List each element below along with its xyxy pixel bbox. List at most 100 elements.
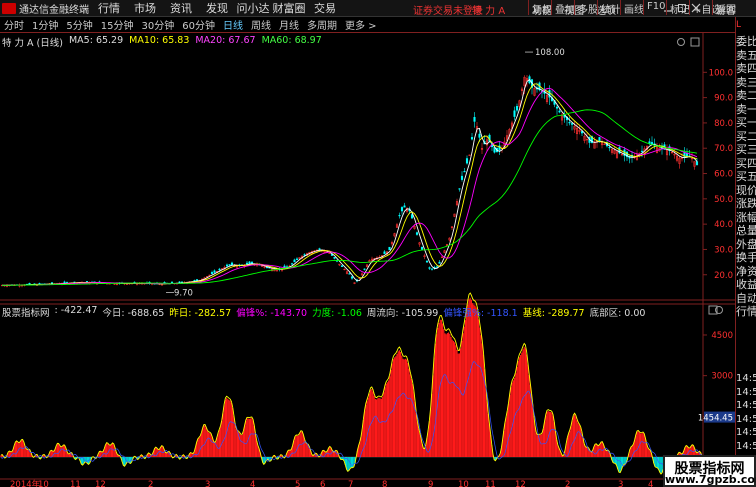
side-time-2: 14:56 bbox=[736, 400, 756, 411]
candle-body bbox=[695, 161, 699, 165]
ind-value-0: : -422.47 bbox=[54, 305, 98, 316]
ind-current-label: 1454.45 bbox=[698, 414, 733, 424]
x-axis-label: 2 bbox=[565, 480, 570, 487]
x-axis-label: 8 bbox=[382, 480, 387, 487]
ind-value-2: 昨日: -282.57 bbox=[169, 308, 232, 319]
candle-body bbox=[460, 175, 464, 180]
tab-30min[interactable]: 30分钟 bbox=[137, 17, 178, 32]
x-axis-label: 11 bbox=[485, 480, 496, 487]
candle-body bbox=[218, 268, 221, 271]
candle-body bbox=[210, 272, 214, 274]
candle-body bbox=[410, 214, 414, 219]
candle-body bbox=[285, 266, 289, 268]
candle-body bbox=[598, 137, 601, 142]
x-axis-label: 12 bbox=[515, 480, 526, 487]
candle-body bbox=[340, 265, 344, 267]
price-tick-label: 30.0 bbox=[714, 245, 733, 255]
ind-value-7: 基线: -289.77 bbox=[522, 308, 585, 319]
candle-body bbox=[228, 264, 231, 266]
candle-body bbox=[558, 110, 561, 113]
side-time-4: 14:56 bbox=[736, 427, 756, 438]
x-axis-label: 6 bbox=[320, 480, 325, 487]
candle-body bbox=[225, 264, 229, 267]
candle-body bbox=[470, 137, 474, 140]
candle-body bbox=[568, 122, 571, 124]
tab-1min[interactable]: 1分钟 bbox=[28, 17, 62, 32]
menu-quotes[interactable]: 行情 bbox=[91, 0, 127, 16]
x-axis-label: 2014年 bbox=[10, 479, 41, 487]
time-axis: 2014年10 11 12 2 3 4 5 6 7 8 9 10 11 12 2 3 4 bbox=[10, 479, 653, 487]
price-tick-label: 50.0 bbox=[714, 195, 733, 205]
side-time-3: 14:56 bbox=[736, 413, 756, 425]
candle-body bbox=[513, 110, 516, 117]
price-tick-label: 40.0 bbox=[714, 220, 733, 230]
price-markers: 108.00 9.70 bbox=[166, 48, 565, 298]
price-tick-label: 90.0 bbox=[714, 94, 733, 104]
menu-news[interactable]: 资讯 bbox=[163, 0, 199, 16]
candle-body bbox=[398, 215, 401, 217]
ind-tick-label: 3000 bbox=[711, 372, 733, 382]
tab-daily[interactable]: 日线 bbox=[219, 17, 247, 32]
menu-trade[interactable]: 交易 bbox=[307, 0, 343, 16]
price-bars bbox=[0, 74, 699, 288]
tab-multi-period[interactable]: 多周期 bbox=[303, 17, 341, 32]
candle-body bbox=[195, 279, 199, 281]
candle-body bbox=[428, 267, 431, 269]
candle-body bbox=[403, 205, 406, 208]
app-title: 通达信金融终端 bbox=[19, 4, 89, 16]
candle-body bbox=[248, 261, 251, 264]
x-axis-label: 11 bbox=[70, 480, 81, 487]
chart-settings-icon[interactable] bbox=[677, 38, 685, 46]
candle-body bbox=[213, 270, 216, 273]
period-toolbar: 分时 1分钟 5分钟 15分钟 30分钟 60分钟 日线 周线 月线 多周期 更… bbox=[0, 17, 735, 33]
candle-body bbox=[640, 150, 644, 152]
ma60-line bbox=[2, 109, 698, 286]
candle-body bbox=[555, 106, 559, 109]
x-axis-label: 9 bbox=[428, 480, 433, 487]
tab-more[interactable]: 更多 > bbox=[341, 17, 381, 32]
quote-side-panel: L 委比 卖五 卖四 卖三 卖二 卖一 买一 买二 买三 买四 买五 现价 涨跌 涨幅 总量 外盘 换手 净资 收益… bbox=[735, 17, 756, 487]
x-axis-label: 4 bbox=[648, 480, 653, 487]
candle-body bbox=[303, 254, 306, 256]
menu-wealth[interactable]: 财富圈 bbox=[271, 0, 307, 16]
ind-value-6: 偏锋强%: -118.1 bbox=[443, 308, 518, 319]
x-axis-label: 10 bbox=[458, 480, 469, 487]
candle-body bbox=[473, 117, 476, 122]
indicator-area bbox=[0, 292, 703, 475]
tab-weekly[interactable]: 周线 bbox=[247, 17, 275, 32]
tab-60min[interactable]: 60分钟 bbox=[178, 17, 219, 32]
high-marker-label: 108.00 bbox=[535, 48, 565, 58]
menu-ask[interactable]: 问小达 bbox=[235, 0, 271, 16]
indicator-name[interactable]: 股票指标网 bbox=[2, 305, 50, 319]
ind-value-1: 今日: -688.65 bbox=[102, 308, 165, 319]
candle-body bbox=[438, 261, 441, 264]
price-chart[interactable]: 20.0 30.0 40.0 50.0 60.0 70.0 80.0 90.0 100.0 10… bbox=[0, 33, 735, 487]
tab-15min[interactable]: 15分钟 bbox=[97, 17, 138, 32]
candle-body bbox=[570, 123, 574, 125]
x-axis-label: 10 bbox=[38, 480, 49, 487]
ind-value-4: 力度: -1.06 bbox=[312, 308, 362, 319]
price-tick-label: 20.0 bbox=[714, 271, 733, 281]
candle-body bbox=[350, 276, 354, 279]
current-stock-name: 特 力 A bbox=[472, 6, 506, 17]
side-time-0: 14:56 bbox=[736, 373, 756, 384]
price-tick-label: 100.0 bbox=[709, 68, 733, 78]
tab-monthly[interactable]: 月线 bbox=[275, 17, 303, 32]
chart-maximize-icon[interactable] bbox=[690, 37, 700, 47]
tab-5min[interactable]: 5分钟 bbox=[62, 17, 96, 32]
f10-button[interactable]: F10 bbox=[643, 0, 668, 15]
menu-market[interactable]: 市场 bbox=[127, 0, 163, 16]
candle-body bbox=[290, 263, 294, 265]
x-axis-label: 5 bbox=[295, 480, 300, 487]
candle-body bbox=[478, 133, 481, 138]
tab-intraday[interactable]: 分时 bbox=[0, 17, 28, 32]
ind-value-3: 偏锋%: -143.70 bbox=[236, 308, 308, 319]
candle-body bbox=[388, 246, 391, 251]
x-axis-label: 3 bbox=[205, 480, 210, 487]
candle-body bbox=[318, 248, 321, 250]
menu-discover[interactable]: 发现 bbox=[199, 0, 235, 16]
back-button[interactable]: 返回 bbox=[712, 0, 739, 16]
x-axis-label: 3 bbox=[618, 480, 623, 487]
candle-body bbox=[458, 188, 461, 190]
candle-body bbox=[425, 260, 429, 263]
